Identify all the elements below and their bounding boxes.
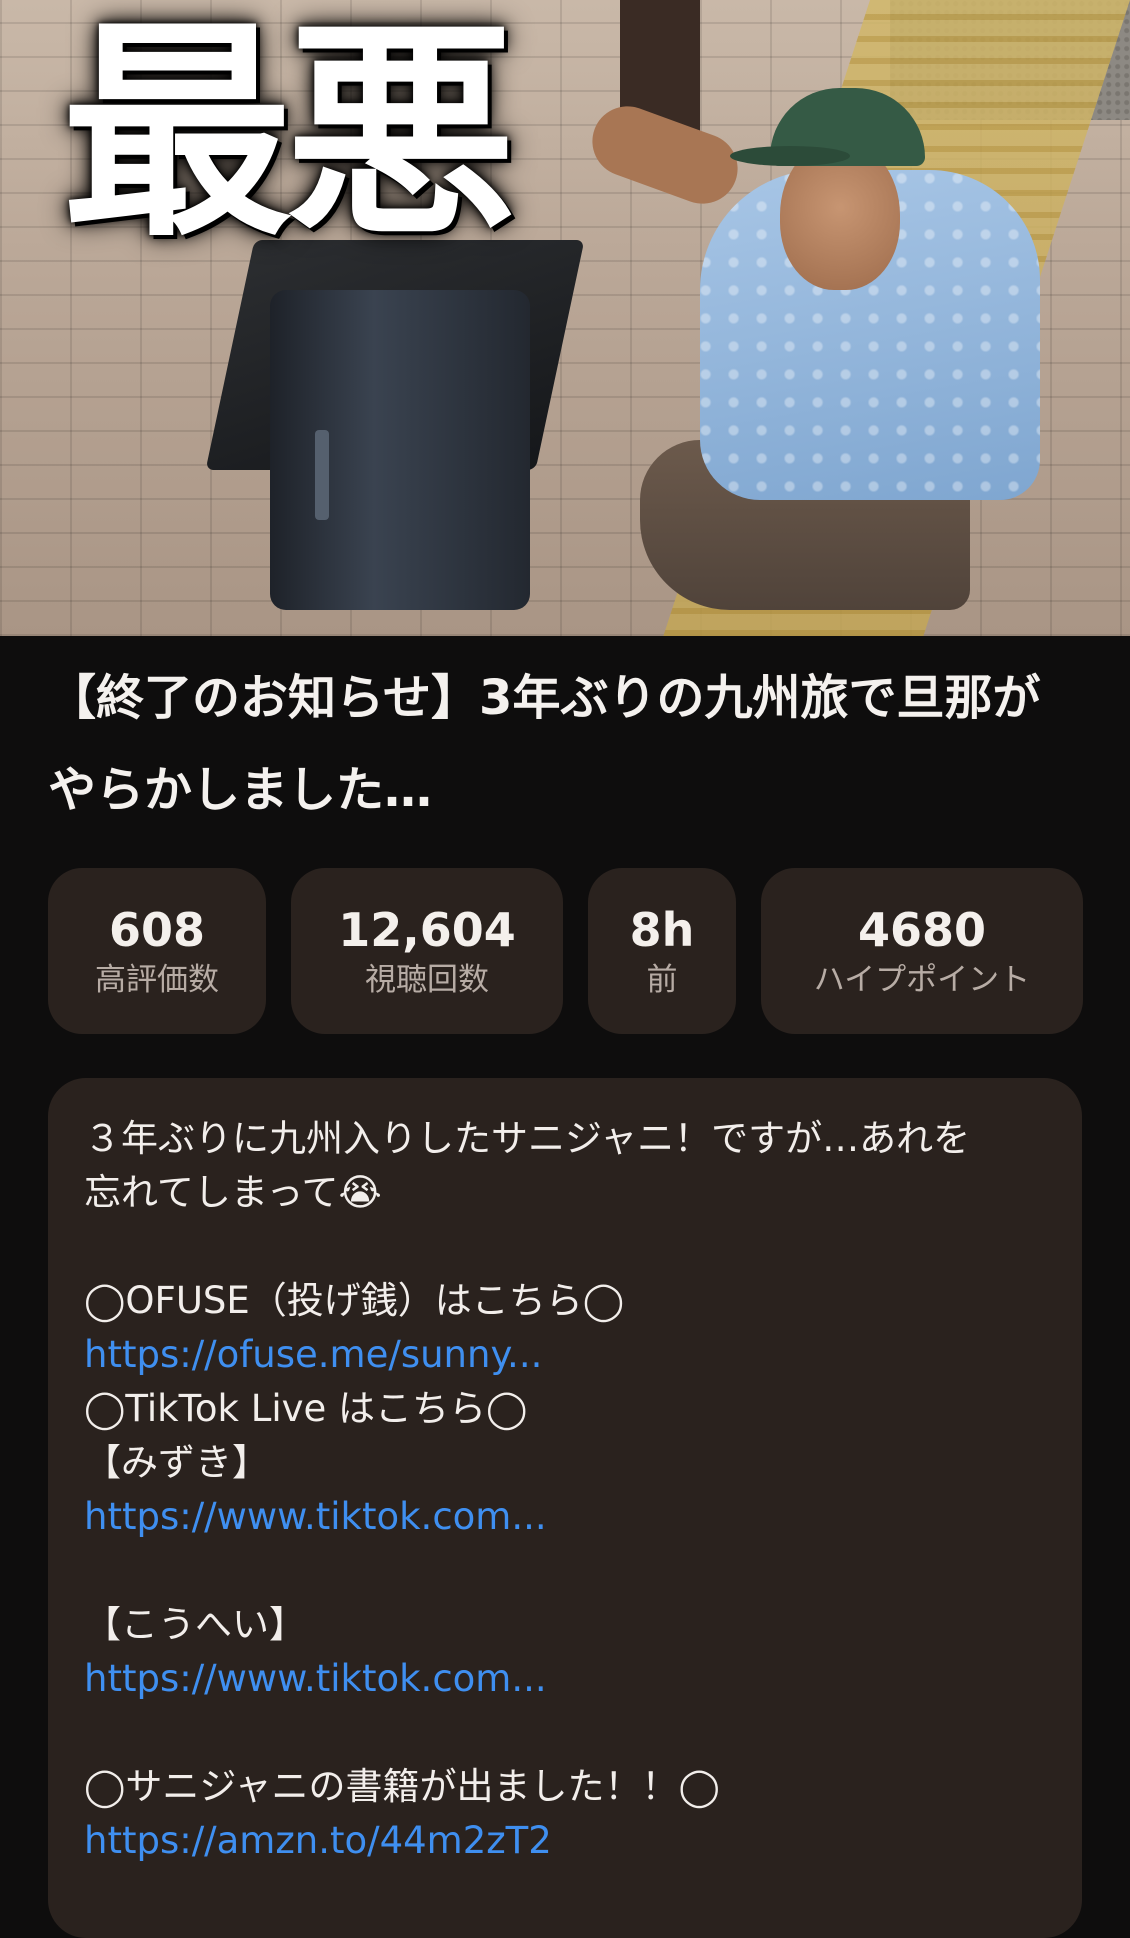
stat-hype-points: 4680 ハイプポイント [761,868,1083,1034]
stat-views: 12,604 視聴回数 [291,868,563,1034]
stat-label: 視聴回数 [365,962,489,999]
description-spacer [84,1220,1044,1274]
stat-value: 608 [108,902,206,957]
description-line: ◯OFUSE（投げ銭）はこちら◯ [84,1279,625,1322]
description-line: 忘れてしまって😭 [84,1171,382,1214]
stat-label: 高評価数 [95,962,219,999]
stat-label: 前 [646,962,678,999]
tiktok-mizuki-link[interactable]: https://www.tiktok.com... [84,1490,1044,1544]
stat-published: 8h 前 [588,868,736,1034]
description-spacer [84,1544,1044,1598]
stat-likes: 608 高評価数 [48,868,266,1034]
description-line: ◯TikTok Live はこちら◯ [84,1387,528,1430]
description-card[interactable]: ３年ぶりに九州入りしたサニジャニ！ですが…あれを 忘れてしまって😭 ◯OFUSE… [48,1078,1082,1938]
stat-value: 12,604 [338,902,516,957]
description-text: ３年ぶりに九州入りしたサニジャニ！ですが…あれを 忘れてしまって😭 ◯OFUSE… [84,1112,1044,1868]
description-line: 【こうへい】 [84,1603,306,1646]
tiktok-kouhei-link[interactable]: https://www.tiktok.com... [84,1652,1044,1706]
description-line: ３年ぶりに九州入りしたサニジャニ！ですが…あれを [84,1117,971,1160]
book-link[interactable]: https://amzn.to/44m2zT2 [84,1814,1044,1868]
video-title: 【終了のお知らせ】3年ぶりの九州旅で旦那がやらかしました… [48,670,1041,818]
description-line: 【みずき】 [84,1441,269,1484]
stat-label: ハイプポイント [813,962,1031,999]
thumbnail-suitcase [270,290,530,610]
description-spacer [84,1706,1044,1760]
stat-value: 4680 [857,902,987,957]
thumbnail-overlay-text: 最悪 [62,1,516,268]
description-line: ◯サニジャニの書籍が出ました！！◯ [84,1765,720,1808]
stat-value: 8h [629,902,695,957]
ofuse-link[interactable]: https://ofuse.me/sunny... [84,1328,1044,1382]
video-thumbnail[interactable]: 最悪 [0,0,1130,636]
